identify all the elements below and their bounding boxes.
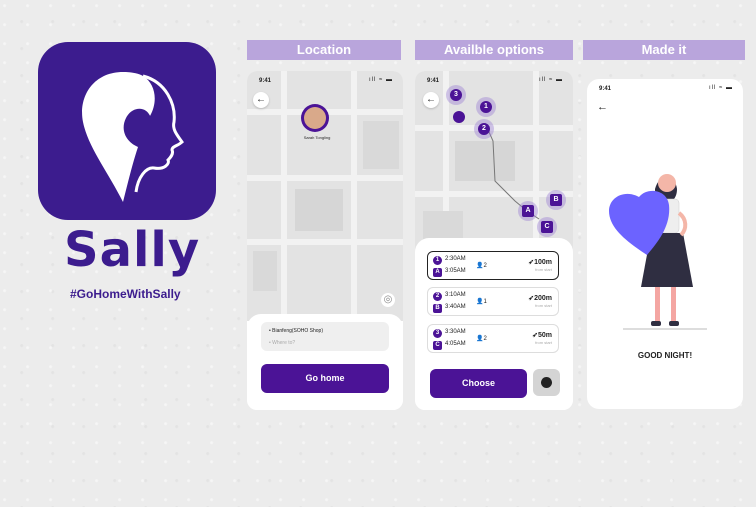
arrival-time: 3:05AM [445, 268, 466, 275]
section-title-made-it: Made it [583, 40, 745, 60]
user-pin-icon[interactable] [301, 104, 329, 132]
section-title-options: Availble options [415, 40, 573, 60]
app-icon [38, 42, 216, 220]
good-night-message: GOOD NIGHT! [637, 351, 693, 360]
phone-screen-made-it: 9:41 ıll ≈ ▬ ← GOOD NIGHT! [587, 79, 743, 409]
map-marker-a[interactable]: A [518, 201, 538, 221]
option-row-1[interactable]: 1 2:30AM A 3:05AM 👤2 ➶100m from start [427, 251, 559, 280]
map-marker-2[interactable]: 2 [474, 119, 494, 139]
status-time: 9:41 [599, 86, 612, 92]
sally-logo-icon [82, 72, 184, 202]
brand-hashtag: #GoHomeWithSally [70, 287, 181, 301]
distance: ➶100m [528, 259, 552, 266]
brand-name: Sally [64, 222, 201, 278]
status-icons: ıll ≈ ▬ [369, 77, 393, 83]
option-row-3[interactable]: 3 3:30AM C 4:05AM 👤2 ➶50m from start [427, 324, 559, 353]
people-count: 👤2 [476, 263, 487, 269]
locate-icon[interactable]: ◎ [381, 293, 395, 307]
clock-icon [541, 377, 552, 388]
status-time: 9:41 [427, 78, 440, 84]
back-button[interactable]: ← [253, 92, 269, 108]
user-pin-icon [453, 111, 465, 123]
route-card: • Bianfeng(SOHO Shop) • Where to? Go hom… [247, 314, 403, 410]
people-count: 👤1 [476, 299, 487, 305]
avatar [304, 107, 326, 129]
departure-time: 3:30AM [445, 329, 466, 336]
back-button[interactable]: ← [423, 92, 439, 108]
option-number-badge: 3 [433, 329, 442, 338]
route-inputs: • Bianfeng(SOHO Shop) • Where to? [261, 322, 389, 351]
arrival-time: 3:40AM [445, 304, 466, 311]
option-letter-badge: C [433, 341, 442, 350]
departure-time: 2:30AM [445, 256, 466, 263]
map-marker-1[interactable]: 1 [476, 97, 496, 117]
map-marker-c[interactable]: C [537, 217, 557, 237]
option-number-badge: 2 [433, 292, 442, 301]
option-letter-badge: B [433, 304, 442, 313]
distance-caption: from start [535, 340, 552, 345]
arrival-time: 4:05AM [445, 341, 466, 348]
people-count: 👤2 [476, 336, 487, 342]
map-marker-3[interactable]: 3 [446, 85, 466, 105]
map-view[interactable]: 9:41 ıll ≈ ▬ ← Sarah Tongling ◎ [247, 71, 403, 321]
option-letter-badge: A [433, 268, 442, 277]
phone-screen-options: 9:41 ıll ≈ ▬ ← 3 1 2 B A C 1 2:30AM A 3:05… [415, 71, 573, 410]
distance-caption: from start [535, 267, 552, 272]
phone-screen-location: 9:41 ıll ≈ ▬ ← Sarah Tongling ◎ • Bianfe… [247, 71, 403, 410]
distance: ➶200m [528, 295, 552, 302]
distance: ➶50m [532, 332, 552, 339]
schedule-button[interactable] [533, 369, 560, 396]
option-row-2[interactable]: 2 3:10AM B 3:40AM 👤1 ➶200m from start [427, 287, 559, 316]
back-arrow-icon[interactable]: ← [597, 101, 608, 113]
map-marker-b[interactable]: B [546, 190, 566, 210]
pin-name: Sarah Tongling [303, 135, 331, 140]
choose-button[interactable]: Choose [430, 369, 527, 398]
option-number-badge: 1 [433, 256, 442, 265]
status-icons: ıll ≈ ▬ [709, 85, 733, 91]
section-title-location: Location [247, 40, 401, 60]
options-card: 1 2:30AM A 3:05AM 👤2 ➶100m from start 2 3:1… [415, 238, 573, 410]
status-time: 9:41 [259, 78, 272, 84]
departure-time: 3:10AM [445, 292, 466, 299]
status-icons: ıll ≈ ▬ [539, 77, 563, 83]
to-field[interactable]: • Where to? [269, 340, 295, 346]
distance-caption: from start [535, 303, 552, 308]
from-field[interactable]: • Bianfeng(SOHO Shop) [269, 328, 323, 334]
woman-holding-heart-illustration [609, 174, 707, 330]
go-home-button[interactable]: Go home [261, 364, 389, 393]
